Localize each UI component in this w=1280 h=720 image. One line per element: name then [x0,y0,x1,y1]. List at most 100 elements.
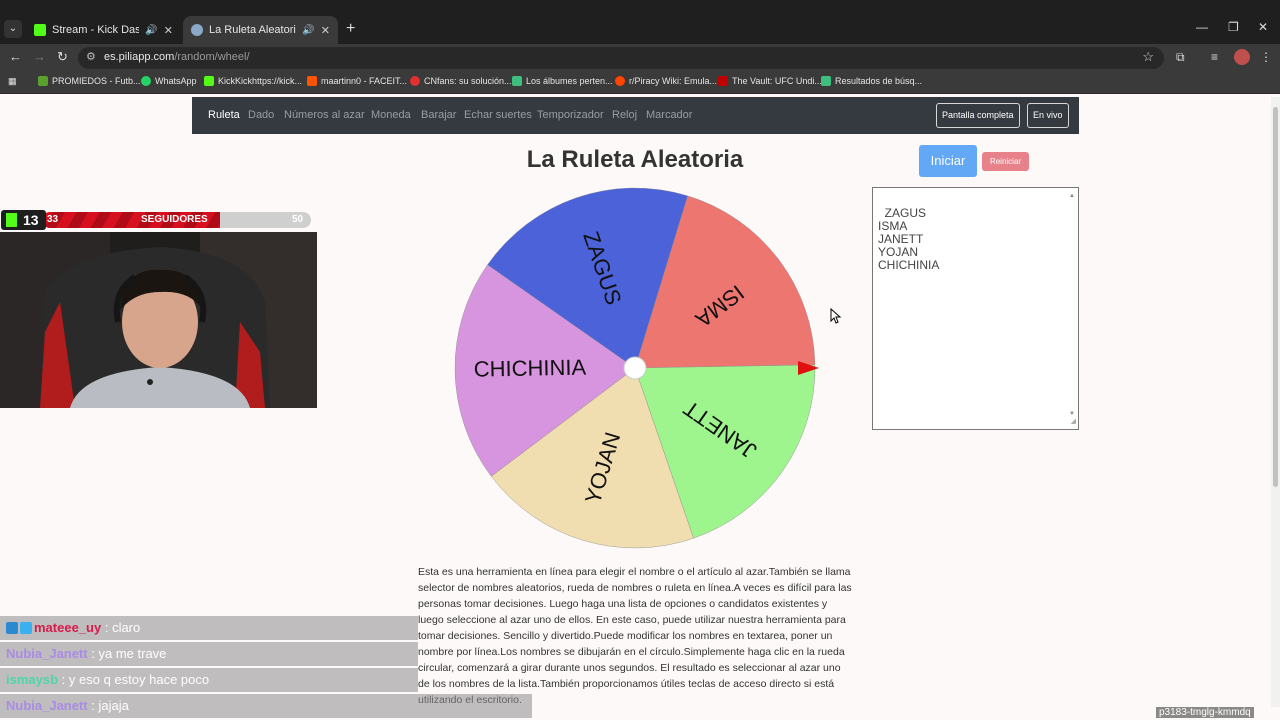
roulette-wheel[interactable]: ISMAJANETTYOJANCHICHINIAZAGUS [453,184,819,550]
back-icon[interactable]: ← [9,49,22,64]
nav-link-moneda[interactable]: Moneda [371,109,411,121]
profile-avatar[interactable] [1234,49,1250,65]
kick-count: 13 [23,212,39,228]
site-info-icon[interactable]: ⚙ [86,50,96,63]
cnfans-icon [410,76,420,86]
tab-title: Stream - Kick Dashboard [52,24,140,36]
url-text: es.piliapp.com/random/wheel/ [104,51,250,63]
close-tab-icon[interactable]: ✕ [164,24,173,37]
names-textarea[interactable]: ZAGUS ISMA JANETT YOJAN CHICHINIA ▲ ▼ ◢ [872,187,1079,430]
tab-search-chevron-icon[interactable]: ⌄ [4,20,22,38]
chat-message: Nubia_Janett : ya me trave [0,642,418,666]
bookmark-cnfans[interactable]: CNfans: su solución... [410,76,512,86]
address-bar[interactable]: ⚙ es.piliapp.com/random/wheel/ ☆ [78,47,1164,69]
bookmark-label: KickKickhttps://kick... [218,76,303,86]
chat-username: mateee_uy [34,620,102,635]
kick-counter: 13 [1,210,46,230]
reload-icon[interactable]: ↻ [57,49,68,65]
bookmark-label: CNfans: su solución... [424,76,512,86]
chat-text: : ya me trave [91,646,167,661]
scroll-up-icon[interactable]: ▲ [1069,190,1075,203]
reddit-icon [615,76,625,86]
bookmark-label: Resultados de búsq... [835,76,923,86]
tab-title: La Ruleta Aleatoria [209,24,297,36]
chat-message: Nubia_Janett : jajaja [0,694,532,718]
bookmark-label: r/Piracy Wiki: Emula... [629,76,718,86]
followers-goal: 50 [292,214,304,225]
bookmark-faceit[interactable]: maartinn0 - FACEIT... [307,76,407,86]
chat-username: ismaysb [6,672,59,687]
stream-id-label: p3183-tmglg-kmmdq [1156,707,1254,718]
tab-ruleta-aleatoria[interactable]: La Ruleta Aleatoria 🔊 ✕ [183,16,338,44]
nav-link-numeros[interactable]: Números al azar [284,109,365,121]
tab-kick-dashboard[interactable]: Stream - Kick Dashboard 🔊 ✕ [26,16,181,44]
wheel-description: Esta es una herramienta en línea para el… [418,566,852,706]
url-path: /random/wheel/ [174,51,250,63]
nav-link-ruleta[interactable]: Ruleta [208,109,240,121]
bookmark-the-vault[interactable]: The Vault: UFC Undi... [718,76,822,86]
chat-badge-icon [6,622,18,634]
bookmark-whatsapp[interactable]: WhatsApp [141,76,197,86]
faceit-icon [307,76,317,86]
site-navbar: Ruleta Dado Números al azar Moneda Baraj… [192,97,1079,134]
start-button[interactable]: Iniciar [919,145,977,177]
kick-favicon-icon [34,24,46,36]
bookmark-label: The Vault: UFC Undi... [732,76,822,86]
menu-icon[interactable]: ⋮ [1260,50,1272,64]
fullscreen-button[interactable]: Pantalla completa [936,103,1020,128]
wheel-hub [623,356,647,380]
nav-link-reloj[interactable]: Reloj [612,109,637,121]
nav-link-dado[interactable]: Dado [248,109,274,121]
search-results-icon [821,76,831,86]
reset-button[interactable]: Reiniciar [982,152,1029,171]
bookmark-albumes[interactable]: Los álbumes perten... [512,76,613,86]
chat-badge-icon [20,622,32,634]
nav-link-barajar[interactable]: Barajar [421,109,456,121]
new-tab-icon[interactable]: + [346,20,355,38]
close-tab-icon[interactable]: ✕ [321,24,330,37]
bookmark-label: PROMIEDOS - Futb... [52,76,141,86]
apps-grid-icon[interactable]: ▦ [8,76,17,87]
wheel-label-chichinia: CHICHINIA [474,355,587,382]
followers-current: 33 [47,214,59,225]
browser-toolbar: ← → ↻ ⚙ es.piliapp.com/random/wheel/ ☆ ⧉… [0,44,1280,72]
kick-logo-icon [6,213,17,227]
forward-icon[interactable]: → [33,49,46,64]
whatsapp-icon [141,76,151,86]
streamer-webcam-image [0,232,317,408]
url-host: es.piliapp.com [104,51,175,63]
chat-text: : jajaja [91,698,129,713]
bookmark-promiedos[interactable]: PROMIEDOS - Futb... [38,76,141,86]
live-button[interactable]: En vivo [1027,103,1069,128]
minimize-icon[interactable]: — [1196,20,1208,34]
maximize-icon[interactable]: ❐ [1228,20,1239,34]
nav-link-marcador[interactable]: Marcador [646,109,692,121]
resize-grip-icon[interactable]: ◢ [1071,415,1076,428]
album-icon [512,76,522,86]
close-window-icon[interactable]: ✕ [1258,20,1268,34]
media-control-icon[interactable]: ≡ [1211,50,1218,64]
page-scrollbar[interactable] [1271,97,1280,707]
bookmark-star-icon[interactable]: ☆ [1142,49,1154,65]
kick-icon [204,76,214,86]
extensions-icon[interactable]: ⧉ [1176,50,1185,65]
speaker-icon[interactable]: 🔊 [145,25,157,36]
scrollbar-thumb[interactable] [1273,107,1278,487]
bookmark-piracy-wiki[interactable]: r/Piracy Wiki: Emula... [615,76,717,86]
piliapp-favicon-icon [191,24,203,36]
chat-text: : claro [104,620,141,635]
nav-link-echar-suertes[interactable]: Echar suertes [464,109,532,121]
chat-username: Nubia_Janett [6,698,88,713]
chat-message: ismaysb : y eso q estoy hace poco [0,668,418,692]
nav-link-temporizador[interactable]: Temporizador [537,109,604,121]
mouse-cursor-icon [830,308,842,324]
names-text: ZAGUS ISMA JANETT YOJAN CHICHINIA [878,206,940,272]
bookmark-label: Los álbumes perten... [526,76,613,86]
bookmark-resultados[interactable]: Resultados de búsq... [821,76,922,86]
promiedos-icon [38,76,48,86]
bookmark-label: WhatsApp [155,76,197,86]
bookmark-kick[interactable]: KickKickhttps://kick... [204,76,302,86]
follower-goal-bar: 13 33 SEGUIDORES 50 [1,210,311,230]
followers-label: SEGUIDORES [141,214,208,225]
speaker-icon[interactable]: 🔊 [302,25,314,36]
